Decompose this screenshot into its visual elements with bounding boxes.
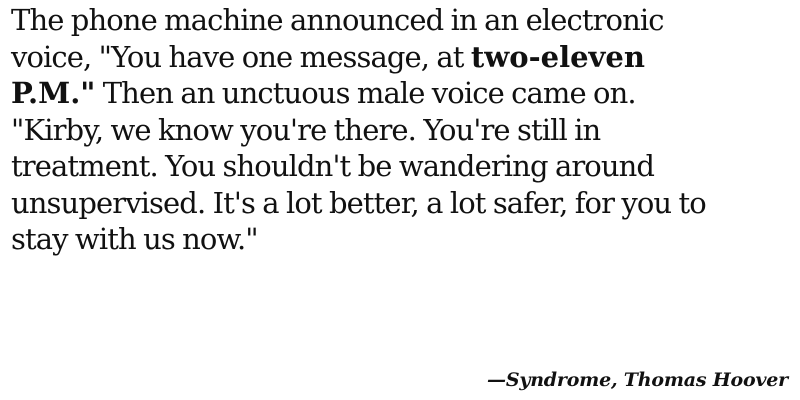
quote-bold-pm: P.M."	[11, 76, 96, 110]
quote-line-2-text: voice, "You have one message, at	[11, 39, 471, 74]
quote-line-1: The phone machine announced in an electr…	[11, 3, 665, 37]
attribution: —Syndrome, Thomas Hoover	[487, 369, 788, 391]
quote-passage: The phone machine announced in an electr…	[11, 2, 791, 258]
quote-line-4: "Kirby, we know you're there. You're sti…	[11, 112, 601, 147]
quote-line-7: stay with us now."	[11, 222, 259, 256]
quote-line-5: treatment. You shouldn't be wandering ar…	[11, 149, 655, 183]
quote-bold-time: two-eleven	[470, 39, 645, 74]
quote-line-6: unsupervised. It's a lot better, a lot s…	[11, 185, 707, 220]
quote-line-3-text: Then an unctuous male voice came on.	[95, 76, 637, 110]
